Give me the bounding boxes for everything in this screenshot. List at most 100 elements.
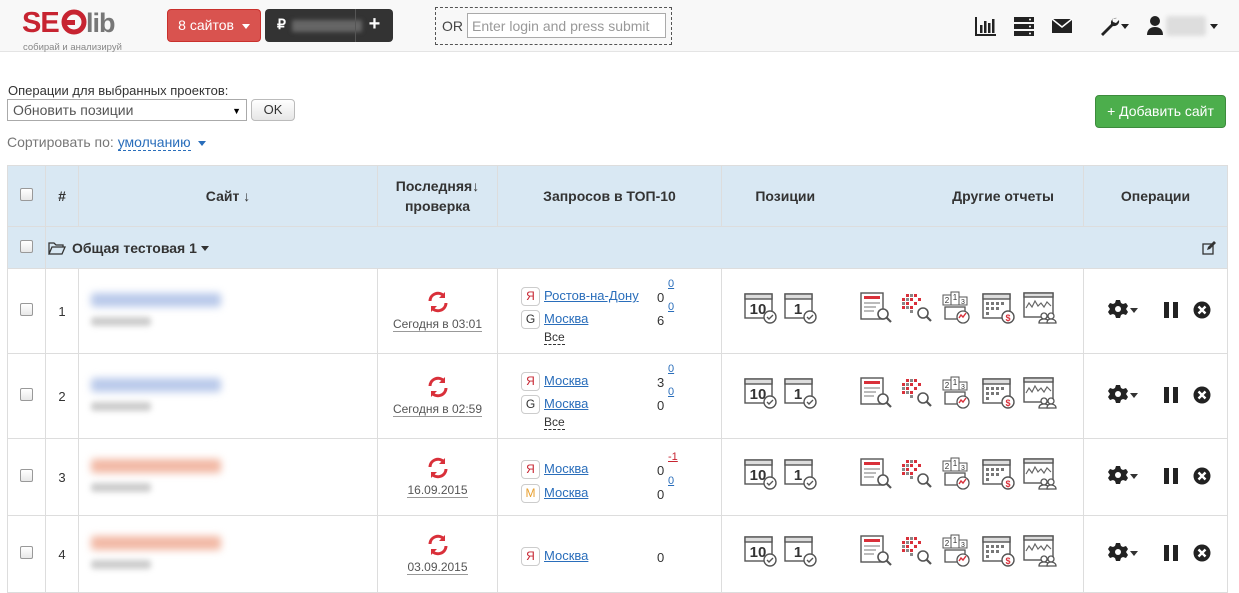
add-site-button[interactable]: + Добавить сайт bbox=[1095, 95, 1226, 128]
ranking-chart-icon[interactable]: 213 bbox=[941, 376, 975, 410]
top10-calendar-icon[interactable]: 10 bbox=[744, 457, 778, 491]
top10-delta-link[interactable]: 0 bbox=[668, 278, 674, 290]
site-cell[interactable] bbox=[78, 353, 378, 439]
chevron-down-icon[interactable] bbox=[197, 140, 206, 146]
server-icon[interactable] bbox=[1012, 14, 1036, 38]
group-name[interactable]: Общая тестовая 1 bbox=[72, 240, 197, 256]
ranking-chart-icon[interactable]: 213 bbox=[941, 457, 975, 491]
operations-select[interactable]: Обновить позиции ▼ bbox=[7, 99, 247, 121]
top10-delta-link[interactable]: 0 bbox=[668, 301, 674, 313]
budget-calendar-icon[interactable]: $ bbox=[981, 376, 1016, 410]
region-link[interactable]: Москва bbox=[544, 311, 588, 326]
top1-calendar-icon[interactable]: 1 bbox=[784, 376, 818, 410]
chevron-down-icon[interactable] bbox=[1130, 308, 1138, 313]
competitors-icon[interactable] bbox=[1022, 457, 1057, 491]
delete-icon[interactable] bbox=[1193, 544, 1211, 565]
row-checkbox[interactable] bbox=[20, 303, 33, 316]
ranking-chart-icon[interactable]: 213 bbox=[941, 291, 975, 325]
pause-icon[interactable] bbox=[1162, 301, 1180, 322]
group-checkbox[interactable] bbox=[20, 239, 33, 253]
last-check-date[interactable]: Сегодня в 02:59 bbox=[392, 403, 483, 417]
chevron-down-icon[interactable] bbox=[201, 246, 209, 251]
top10-calendar-icon[interactable]: 10 bbox=[744, 376, 778, 410]
all-regions-link[interactable]: Все bbox=[544, 416, 565, 430]
heatmap-search-icon[interactable] bbox=[900, 376, 934, 410]
region-link[interactable]: Ростов-на-Дону bbox=[544, 288, 639, 303]
top10-delta-link[interactable]: 0 bbox=[668, 363, 674, 375]
refresh-icon[interactable] bbox=[378, 290, 497, 316]
report-search-icon[interactable] bbox=[859, 376, 893, 410]
region-link[interactable]: Москва bbox=[544, 373, 588, 388]
budget-calendar-icon[interactable]: $ bbox=[981, 457, 1016, 491]
budget-calendar-icon[interactable]: $ bbox=[981, 291, 1016, 325]
row-checkbox[interactable] bbox=[20, 546, 33, 559]
report-search-icon[interactable] bbox=[859, 534, 893, 568]
delete-icon[interactable] bbox=[1193, 467, 1211, 488]
site-cell[interactable] bbox=[78, 268, 378, 354]
last-check-date[interactable]: Сегодня в 03:01 bbox=[392, 318, 483, 332]
top10-delta-link[interactable]: -1 bbox=[668, 451, 678, 463]
region-link[interactable]: Москва bbox=[544, 548, 588, 563]
top10-calendar-icon[interactable]: 10 bbox=[744, 534, 778, 568]
competitors-icon[interactable] bbox=[1022, 376, 1057, 410]
refresh-icon[interactable] bbox=[378, 533, 497, 559]
balance-button-group[interactable]: ₽ + bbox=[265, 9, 393, 42]
last-check-date[interactable]: 16.09.2015 bbox=[407, 484, 468, 498]
competitors-icon[interactable] bbox=[1022, 291, 1057, 325]
chevron-down-icon[interactable] bbox=[1130, 474, 1138, 479]
all-regions-link[interactable]: Все bbox=[544, 331, 565, 345]
sort-value-link[interactable]: умолчанию bbox=[117, 134, 191, 151]
gear-icon[interactable] bbox=[1108, 465, 1128, 488]
row-checkbox[interactable] bbox=[20, 469, 33, 482]
column-site[interactable]: Сайт ↓ bbox=[78, 165, 378, 227]
sites-dropdown-button[interactable]: 8 сайтов bbox=[167, 9, 261, 42]
pause-icon[interactable] bbox=[1162, 467, 1180, 488]
delete-icon[interactable] bbox=[1193, 301, 1211, 322]
refresh-icon[interactable] bbox=[378, 456, 497, 482]
region-link[interactable]: Москва bbox=[544, 396, 588, 411]
wrench-icon[interactable] bbox=[1097, 14, 1131, 38]
top1-calendar-icon[interactable]: 1 bbox=[784, 534, 818, 568]
refresh-icon[interactable] bbox=[378, 375, 497, 401]
heatmap-search-icon[interactable] bbox=[900, 291, 934, 325]
top1-calendar-icon[interactable]: 1 bbox=[784, 457, 818, 491]
envelope-icon[interactable] bbox=[1050, 14, 1074, 38]
top10-delta-link[interactable]: 0 bbox=[668, 475, 674, 487]
competitors-icon[interactable] bbox=[1022, 534, 1057, 568]
report-search-icon[interactable] bbox=[859, 457, 893, 491]
pause-icon[interactable] bbox=[1162, 544, 1180, 565]
top10-count: 0 bbox=[657, 398, 665, 413]
site-cell[interactable] bbox=[78, 438, 378, 516]
add-balance-button[interactable]: + bbox=[355, 9, 393, 42]
svg-text:1: 1 bbox=[794, 386, 802, 403]
report-search-icon[interactable] bbox=[859, 291, 893, 325]
chevron-down-icon[interactable] bbox=[1130, 551, 1138, 556]
budget-calendar-icon[interactable]: $ bbox=[981, 534, 1016, 568]
site-cell[interactable] bbox=[78, 515, 378, 593]
select-all-checkbox[interactable] bbox=[20, 188, 33, 201]
heatmap-search-icon[interactable] bbox=[900, 457, 934, 491]
top10-delta-link[interactable]: 0 bbox=[668, 386, 674, 398]
edit-icon[interactable] bbox=[1202, 241, 1216, 255]
last-check-cell: 16.09.2015 bbox=[377, 438, 498, 516]
column-last-check[interactable]: Последняя↓ проверка bbox=[377, 165, 498, 227]
ok-button[interactable]: OK bbox=[251, 99, 295, 121]
gear-icon[interactable] bbox=[1108, 542, 1128, 565]
svg-text:$: $ bbox=[1005, 313, 1010, 323]
top10-calendar-icon[interactable]: 10 bbox=[744, 291, 778, 325]
chevron-down-icon[interactable] bbox=[1130, 393, 1138, 398]
row-checkbox[interactable] bbox=[20, 388, 33, 401]
delete-icon[interactable] bbox=[1193, 386, 1211, 407]
logo[interactable]: SE lib собирай и анализируй bbox=[22, 6, 132, 53]
last-check-date[interactable]: 03.09.2015 bbox=[407, 561, 468, 575]
pause-icon[interactable] bbox=[1162, 386, 1180, 407]
top1-calendar-icon[interactable]: 1 bbox=[784, 291, 818, 325]
region-link[interactable]: Москва bbox=[544, 485, 588, 500]
chart-bar-icon[interactable] bbox=[974, 14, 998, 38]
login-input[interactable] bbox=[467, 13, 666, 38]
gear-icon[interactable] bbox=[1108, 384, 1128, 407]
region-link[interactable]: Москва bbox=[544, 461, 588, 476]
gear-icon[interactable] bbox=[1108, 299, 1128, 322]
ranking-chart-icon[interactable]: 213 bbox=[941, 534, 975, 568]
heatmap-search-icon[interactable] bbox=[900, 534, 934, 568]
